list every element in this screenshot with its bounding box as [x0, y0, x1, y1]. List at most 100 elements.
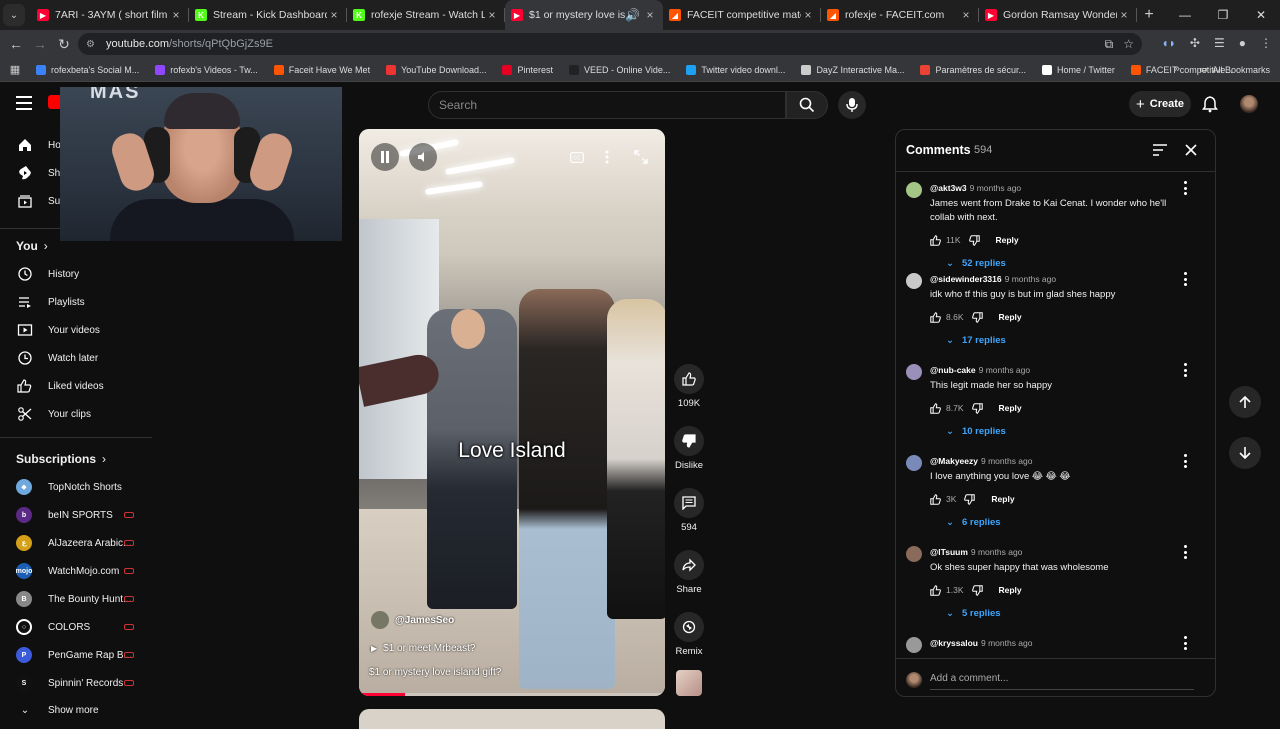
install-app-icon[interactable]: ⧉	[1105, 37, 1114, 52]
sidebar-item-playlists[interactable]: Playlists	[0, 288, 152, 316]
comment-like-button[interactable]: 8.6K	[930, 311, 964, 323]
short-video-player[interactable]: CC Love Island @JamesSeo ▶ $1 or meet Mr…	[359, 129, 665, 696]
comment-menu-icon[interactable]	[1182, 363, 1188, 377]
bookmark-item[interactable]: rofexbeta's Social M...	[36, 64, 139, 75]
bookmark-item[interactable]: Faceit Have We Met	[273, 64, 370, 75]
volume-button[interactable]	[409, 143, 437, 171]
commenter-avatar[interactable]	[906, 637, 922, 653]
comment-like-button[interactable]: 8.7K	[930, 402, 964, 414]
share-action[interactable]: Share	[670, 550, 708, 595]
tab-close-icon[interactable]: ×	[169, 8, 183, 22]
minimize-button[interactable]: —	[1166, 0, 1204, 30]
pause-button[interactable]	[371, 143, 399, 171]
comments-action[interactable]: 594	[670, 488, 708, 533]
comment-reply-button[interactable]: Reply	[999, 403, 1022, 413]
remix-action[interactable]: Remix	[670, 612, 708, 657]
bookmark-star-icon[interactable]: ☆	[1123, 37, 1134, 52]
comment-menu-icon[interactable]	[1182, 454, 1188, 468]
sort-icon[interactable]	[1152, 142, 1168, 158]
dislike-button[interactable]	[674, 426, 704, 456]
more-options-button[interactable]	[593, 143, 621, 171]
share-button[interactable]	[674, 550, 704, 580]
sidebar-subscriptions-header[interactable]: Subscriptions ›	[0, 445, 152, 473]
add-comment-input[interactable]: Add a comment...	[930, 673, 1008, 684]
comment-menu-icon[interactable]	[1182, 272, 1188, 286]
captions-button[interactable]: CC	[563, 143, 591, 171]
commenter-avatar[interactable]	[906, 455, 922, 471]
comment-reply-button[interactable]: Reply	[996, 235, 1019, 245]
audio-source-thumbnail[interactable]	[676, 670, 702, 696]
create-button[interactable]: + Create	[1129, 91, 1191, 117]
channel-avatar[interactable]	[371, 611, 389, 629]
media-controls-icon[interactable]: ☰	[1214, 36, 1225, 50]
comment-menu-icon[interactable]	[1182, 545, 1188, 559]
tab-search-button[interactable]: ⌄	[3, 4, 25, 26]
subscription-item[interactable]: mojo WatchMojo.com	[0, 557, 152, 585]
channel-info[interactable]: @JamesSeo	[371, 611, 454, 629]
tab-close-icon[interactable]: ×	[959, 8, 973, 22]
close-icon[interactable]	[1182, 141, 1200, 159]
next-short-button[interactable]	[1229, 437, 1261, 469]
browser-tab[interactable]: ▶ Gordon Ramsay Wonders If An×	[979, 0, 1137, 30]
subscription-item[interactable]: P PenGame Rap B...	[0, 641, 152, 669]
comment-menu-icon[interactable]	[1182, 181, 1188, 195]
subscription-item[interactable]: ع AlJazeera Arabic...	[0, 529, 152, 557]
bookmark-item[interactable]: YouTube Download...	[386, 64, 486, 75]
bookmark-item[interactable]: Twitter video downl...	[686, 64, 785, 75]
fullscreen-button[interactable]	[627, 143, 655, 171]
browser-tab[interactable]: K Stream - Kick Dashboard ×	[189, 0, 347, 30]
bookmark-item[interactable]: DayZ Interactive Ma...	[801, 64, 904, 75]
all-bookmarks-button[interactable]: ▭ All Bookmarks	[1199, 64, 1270, 75]
menu-icon[interactable]	[16, 96, 32, 110]
bookmark-item[interactable]: Paramètres de sécur...	[920, 64, 1026, 75]
bookmark-item[interactable]: Home / Twitter	[1042, 64, 1115, 75]
comment-reply-button[interactable]: Reply	[991, 494, 1014, 504]
commenter-avatar[interactable]	[906, 273, 922, 289]
commenter-handle[interactable]: @nub-cake	[930, 365, 976, 375]
account-avatar[interactable]	[1240, 95, 1258, 113]
commenter-handle[interactable]: @sidewinder3316	[930, 274, 1002, 284]
new-tab-button[interactable]: +	[1137, 6, 1161, 24]
channel-name[interactable]: @JamesSeo	[395, 615, 454, 626]
browser-tab[interactable]: ▶ $1 or mystery love island g🔊×	[505, 0, 663, 30]
extensions-icon[interactable]: ✣	[1190, 36, 1200, 50]
tab-close-icon[interactable]: ×	[485, 8, 499, 22]
back-button[interactable]: ←	[4, 36, 28, 52]
comments-button[interactable]	[674, 488, 704, 518]
bookmarks-overflow-icon[interactable]: »	[1174, 63, 1180, 75]
search-button[interactable]	[786, 91, 828, 119]
tab-close-icon[interactable]: ×	[1117, 8, 1131, 22]
commenter-avatar[interactable]	[906, 182, 922, 198]
subscription-item[interactable]: ◆ TopNotch Shorts	[0, 473, 152, 501]
reload-button[interactable]: ↻	[52, 36, 76, 53]
commenter-handle[interactable]: @lTsuum	[930, 547, 968, 557]
sidebar-item-watch-later[interactable]: Watch later	[0, 344, 152, 372]
browser-tab[interactable]: Krofexje Stream - Watch Live on×	[347, 0, 505, 30]
view-replies-button[interactable]: ⌄ 5 replies	[946, 606, 1001, 620]
notifications-bell-icon[interactable]	[1201, 95, 1219, 113]
commenter-handle[interactable]: @kryssalou	[930, 638, 978, 648]
remix-button[interactable]	[674, 612, 704, 642]
extension-audio-icon[interactable]: ◖◗	[1161, 36, 1176, 50]
tab-close-icon[interactable]: ×	[327, 8, 341, 22]
browser-tab[interactable]: ◢ rofexje - FACEIT.com ×	[821, 0, 979, 30]
voice-search-button[interactable]	[838, 91, 866, 119]
tab-close-icon[interactable]: ×	[643, 8, 657, 22]
comment-dislike-button[interactable]	[971, 402, 983, 414]
apps-grid-icon[interactable]: ▦	[2, 63, 28, 76]
browser-tab[interactable]: ▶ 7ARI - 3AYM ( short film ) - You×	[31, 0, 189, 30]
linked-video-link[interactable]: ▶ $1 or meet Mrbeast?	[371, 643, 475, 654]
view-replies-button[interactable]: ⌄ 10 replies	[946, 424, 1006, 438]
comment-reply-button[interactable]: Reply	[999, 312, 1022, 322]
commenter-avatar[interactable]	[906, 364, 922, 380]
browser-menu-icon[interactable]: ⋮	[1260, 36, 1272, 50]
sidebar-item-liked-videos[interactable]: Liked videos	[0, 372, 152, 400]
sidebar-item-your-videos[interactable]: Your videos	[0, 316, 152, 344]
next-short-preview[interactable]	[359, 709, 665, 729]
commenter-handle[interactable]: @Makyeezy	[930, 456, 978, 466]
view-replies-button[interactable]: ⌄ 17 replies	[946, 333, 1006, 347]
commenter-avatar[interactable]	[906, 546, 922, 562]
previous-short-button[interactable]	[1229, 386, 1261, 418]
tab-audio-icon[interactable]: 🔊	[625, 8, 640, 22]
subscription-item[interactable]: B The Bounty Hunt...	[0, 585, 152, 613]
